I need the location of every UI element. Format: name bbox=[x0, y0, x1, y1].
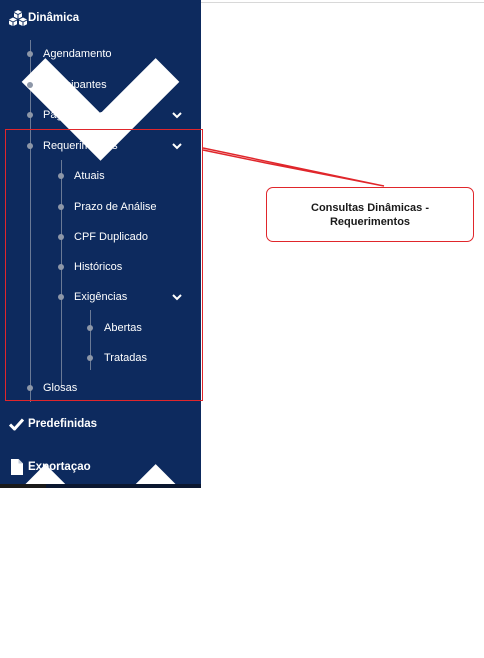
menu-exportacao-label: Exportaçao bbox=[28, 461, 91, 473]
check-icon bbox=[9, 418, 24, 431]
footer-strip bbox=[0, 484, 201, 488]
callout-box: Consultas Dinâmicas - Requerimentos bbox=[266, 187, 474, 242]
menu-agendamento[interactable]: Agendamento bbox=[0, 41, 201, 67]
chevron-down-icon bbox=[21, 507, 180, 610]
menu-predefinidas[interactable]: Predefinidas bbox=[0, 409, 201, 567]
menu-dinamica-label: Dinâmica bbox=[28, 12, 80, 24]
menu-exportacao[interactable]: Exportaçao bbox=[0, 452, 201, 610]
callout-text: Consultas Dinâmicas - Requerimentos bbox=[311, 201, 429, 228]
bullet-dot bbox=[27, 51, 33, 57]
menu-agendamento-label: Agendamento bbox=[43, 48, 112, 60]
bullet-dot bbox=[27, 82, 33, 88]
menu-participantes-label: Participantes bbox=[43, 79, 107, 91]
highlight-box bbox=[5, 129, 203, 401]
bullet-dot bbox=[27, 112, 33, 118]
menu-predefinidas-label: Predefinidas bbox=[28, 418, 98, 430]
menu-participantes[interactable]: Participantes bbox=[0, 72, 201, 98]
file-icon bbox=[11, 459, 23, 475]
menu-pagamentos[interactable]: Pagamentos bbox=[0, 102, 201, 128]
cubes-icon bbox=[9, 10, 27, 26]
chevron-down-icon bbox=[172, 112, 182, 119]
menu-dinamica[interactable]: Dinâmica bbox=[0, 3, 201, 161]
menu-pagamentos-label: Pagamentos bbox=[43, 109, 105, 121]
top-border bbox=[201, 2, 484, 3]
